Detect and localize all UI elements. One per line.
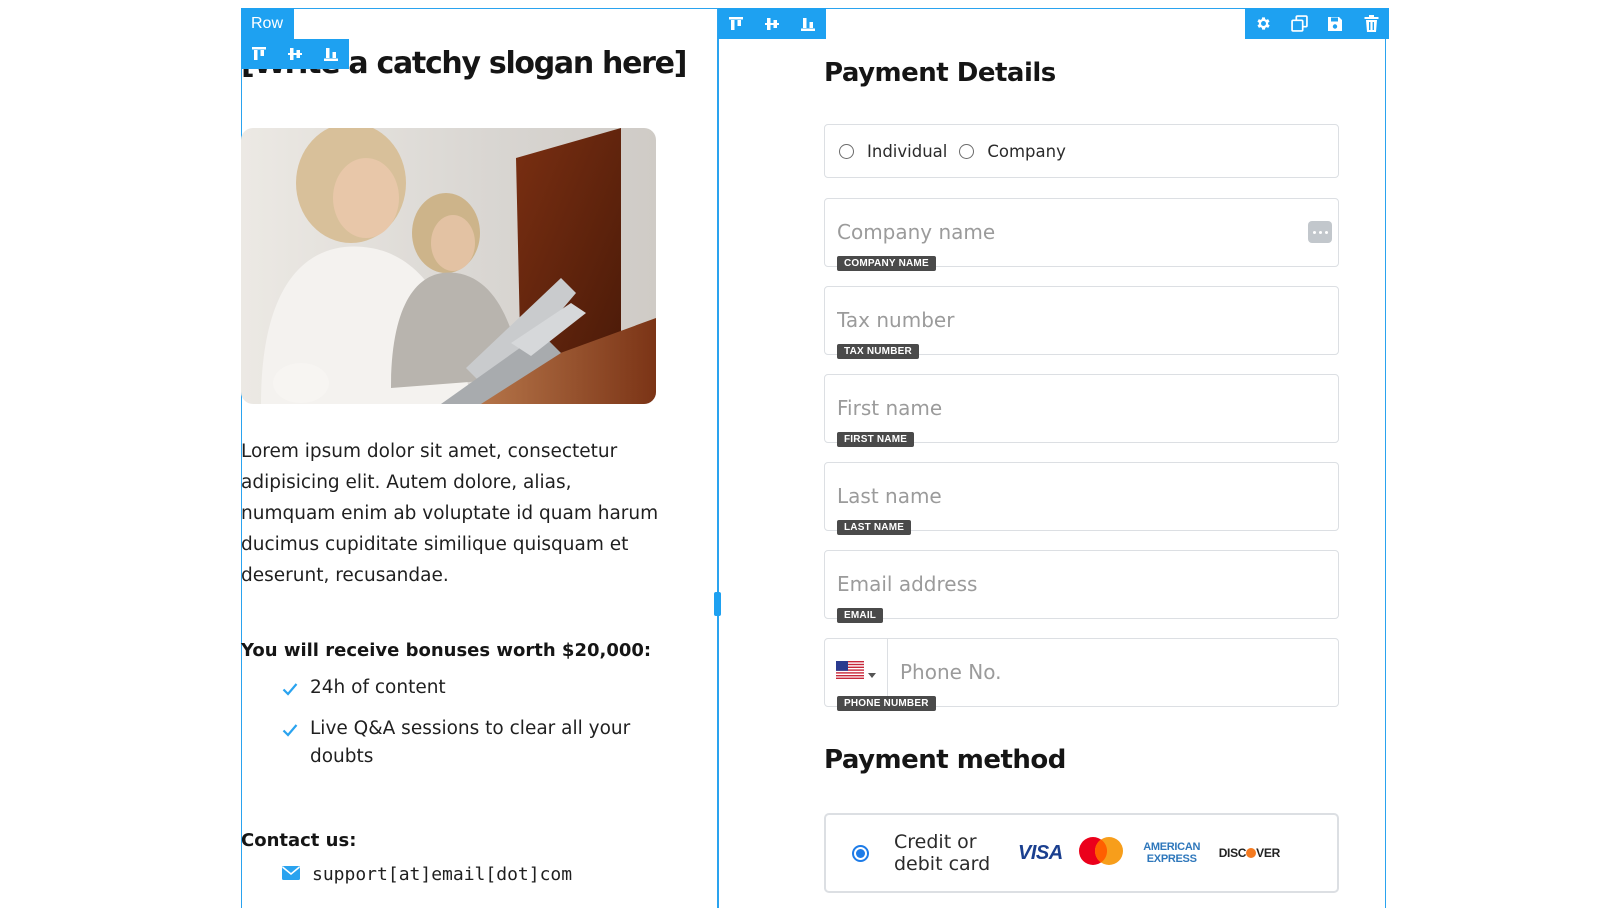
envelope-icon [281, 865, 301, 884]
field-tag: PHONE NUMBER [837, 696, 936, 711]
field-tag: TAX NUMBER [837, 344, 919, 359]
align-bottom-icon[interactable] [790, 9, 826, 39]
radio-company[interactable]: Company [959, 142, 1066, 161]
radio-selected-icon[interactable] [852, 844, 869, 862]
list-item: Live Q&A sessions to clear all your doub… [282, 715, 642, 771]
card-option-label: Credit or debit card [894, 831, 991, 875]
bonus-list: 24h of content Live Q&A sessions to clea… [282, 674, 642, 784]
more-options-icon[interactable] [1308, 221, 1332, 243]
check-icon [282, 718, 298, 746]
column-resize-handle[interactable] [714, 592, 721, 616]
left-column-toolbar [241, 39, 349, 69]
card-brand-logos: VISA AMERICAN EXPRESS DISC VER [1018, 836, 1280, 870]
duplicate-icon[interactable] [1281, 9, 1317, 39]
credit-card-option[interactable]: Credit or debit card VISA AMERICAN EXPRE… [824, 813, 1339, 893]
tax-number-field: TAX NUMBER [824, 286, 1339, 359]
chevron-down-icon [868, 663, 876, 682]
contact-email[interactable]: support[at]email[dot]com [312, 864, 572, 885]
column-divider [717, 8, 719, 908]
last-name-field: LAST NAME [824, 462, 1339, 535]
align-middle-icon[interactable] [754, 9, 790, 39]
first-name-field: FIRST NAME [824, 374, 1339, 447]
radio-individual[interactable]: Individual [839, 142, 947, 161]
contact-heading: Contact us: [241, 830, 357, 851]
bonus-item-text: 24h of content [310, 677, 446, 698]
amex-logo: AMERICAN EXPRESS [1143, 841, 1201, 865]
bonus-heading: You will receive bonuses worth $20,000: [241, 640, 652, 661]
field-tag: FIRST NAME [837, 432, 915, 447]
save-icon[interactable] [1317, 9, 1353, 39]
email-field: EMAIL [824, 550, 1339, 623]
bonus-item-text: Live Q&A sessions to clear all your doub… [310, 718, 631, 767]
phone-input[interactable] [900, 639, 1320, 705]
row-actions-toolbar [1245, 8, 1389, 39]
radio-label: Company [987, 141, 1066, 161]
right-column-toolbar [718, 8, 826, 39]
field-tag: COMPANY NAME [837, 256, 936, 271]
field-tag: LAST NAME [837, 520, 912, 535]
list-item: 24h of content [282, 674, 642, 702]
visa-logo: VISA [1018, 841, 1063, 864]
intro-paragraph: Lorem ipsum dolor sit amet, consectetur … [241, 441, 659, 586]
radio-icon[interactable] [959, 143, 975, 159]
align-top-icon[interactable] [718, 9, 754, 39]
us-flag-icon [836, 661, 864, 683]
phone-field: PHONE NUMBER [824, 638, 1339, 711]
row-label[interactable]: Row [241, 8, 294, 39]
contact-row: support[at]email[dot]com [281, 864, 572, 885]
trash-icon[interactable] [1353, 9, 1389, 39]
discover-logo: DISC VER [1218, 846, 1281, 860]
customer-type-selector: Individual Company [824, 124, 1339, 178]
hero-photo[interactable] [241, 128, 656, 404]
align-top-icon[interactable] [241, 39, 277, 69]
radio-label: Individual [867, 141, 948, 161]
check-icon [282, 677, 298, 705]
mastercard-logo [1077, 836, 1125, 870]
payment-method-title: Payment method [824, 745, 1066, 775]
radio-icon[interactable] [839, 143, 854, 159]
field-tag: EMAIL [837, 608, 884, 623]
align-middle-icon[interactable] [277, 39, 313, 69]
align-bottom-icon[interactable] [313, 39, 349, 69]
payment-details-title: Payment Details [824, 58, 1056, 88]
company-name-field: COMPANY NAME [824, 198, 1339, 271]
email-input[interactable] [837, 551, 1297, 617]
gear-icon[interactable] [1245, 9, 1281, 39]
